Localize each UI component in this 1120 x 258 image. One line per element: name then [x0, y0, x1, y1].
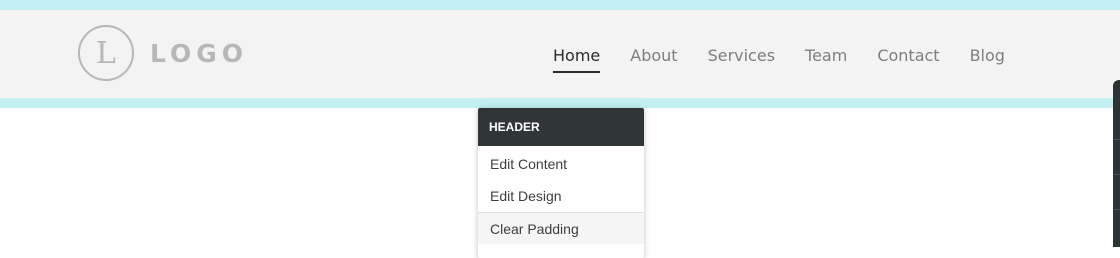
nav-item-home[interactable]: Home: [553, 46, 601, 73]
section-context-menu: HEADER Edit Content Edit Design Clear Pa…: [478, 108, 644, 258]
clear-padding-menu-item[interactable]: Clear Padding: [478, 212, 644, 244]
side-panel-divider: [1113, 139, 1120, 140]
nav-item-services[interactable]: Services: [708, 46, 775, 71]
nav-item-team[interactable]: Team: [805, 46, 847, 71]
edit-content-menu-item[interactable]: Edit Content: [478, 148, 644, 180]
nav-item-about[interactable]: About: [630, 46, 677, 71]
logo-circle-icon: L: [78, 25, 134, 81]
side-panel-divider: [1113, 209, 1120, 210]
side-panel-edge[interactable]: [1113, 80, 1120, 247]
nav-item-blog[interactable]: Blog: [970, 46, 1005, 71]
nav-item-contact[interactable]: Contact: [877, 46, 939, 71]
side-panel-divider: [1113, 174, 1120, 175]
logo-text: LOGO: [150, 38, 249, 68]
site-logo[interactable]: L LOGO: [78, 25, 248, 81]
logo-letter: L: [96, 35, 116, 71]
main-navigation: Home About Services Team Contact Blog: [553, 46, 1005, 73]
edit-design-menu-item[interactable]: Edit Design: [478, 180, 644, 212]
context-menu-title: HEADER: [478, 108, 644, 146]
